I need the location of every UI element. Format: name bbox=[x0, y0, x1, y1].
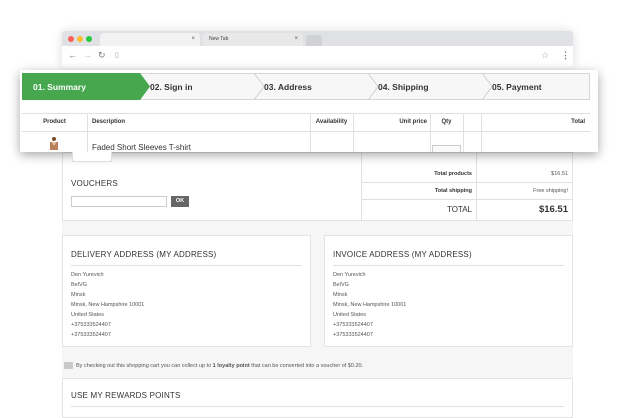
close-tab-icon[interactable]: × bbox=[191, 33, 195, 46]
column-header-description: Description bbox=[92, 119, 126, 125]
address-line: +375333524407 bbox=[333, 322, 373, 328]
step-arrow bbox=[481, 72, 493, 101]
total-shipping-label: Total shipping bbox=[434, 188, 472, 194]
browser-tab-active[interactable]: × bbox=[100, 33, 200, 46]
product-name-link[interactable]: Faded Short Sleeves T-shirt bbox=[92, 143, 191, 152]
total-value: $16.51 bbox=[538, 204, 568, 215]
step-arrow-active bbox=[140, 73, 150, 100]
checkout-steps: 01. Summary 02. Sign in 03. Address 04. … bbox=[22, 72, 590, 101]
back-arrow-icon[interactable]: ← bbox=[68, 50, 77, 60]
address-line: BelVG bbox=[333, 282, 349, 288]
qty-input[interactable] bbox=[432, 145, 461, 152]
bookmark-star-icon[interactable]: ☆ bbox=[541, 50, 549, 61]
browser-toolbar bbox=[62, 46, 573, 68]
step-arrow bbox=[367, 72, 379, 101]
address-line: United States bbox=[333, 312, 367, 318]
voucher-ok-button[interactable]: OK bbox=[171, 196, 189, 207]
product-thumbnail[interactable] bbox=[47, 136, 61, 150]
rewards-title: USE MY REWARDS POINTS bbox=[71, 391, 181, 400]
close-window-icon[interactable] bbox=[68, 36, 74, 42]
delivery-address-lines: Den Yurevich BelVG Minsk Minsk, New Hamp… bbox=[71, 270, 144, 340]
total-products-value: $16.51 bbox=[551, 171, 568, 177]
address-line: +375333524407 bbox=[333, 332, 373, 338]
product-thumbnail-frame bbox=[72, 152, 112, 162]
close-tab-icon[interactable]: × bbox=[294, 33, 298, 46]
flag-icon bbox=[64, 362, 73, 369]
table-header-border bbox=[22, 131, 590, 132]
browser-tab-new[interactable]: New Tab × bbox=[203, 33, 303, 46]
voucher-code-input[interactable] bbox=[71, 196, 167, 207]
delivery-address-title: DELIVERY ADDRESS (MY ADDRESS) bbox=[71, 250, 217, 259]
address-line: Den Yurevich bbox=[333, 272, 366, 278]
invoice-address-title: INVOICE ADDRESS (MY ADDRESS) bbox=[333, 250, 472, 259]
total-label: TOTAL bbox=[446, 205, 472, 214]
column-divider bbox=[87, 113, 88, 152]
divider bbox=[361, 152, 362, 221]
loyalty-message: By checking out this shopping cart you c… bbox=[76, 363, 363, 369]
column-header-unit-price: Unit price bbox=[399, 119, 427, 125]
vouchers-title: VOUCHERS bbox=[71, 179, 118, 188]
divider bbox=[476, 152, 477, 221]
address-line: +375333524407 bbox=[71, 322, 111, 328]
step-arrows bbox=[140, 72, 493, 101]
divider bbox=[333, 265, 564, 266]
invoice-address-lines: Den Yurevich BelVG Minsk Minsk, New Hamp… bbox=[333, 270, 406, 340]
tshirt-product-image bbox=[50, 137, 58, 150]
address-line: +375333524407 bbox=[71, 332, 111, 338]
address-line: BelVG bbox=[71, 282, 87, 288]
divider bbox=[361, 199, 573, 200]
total-products-label: Total products bbox=[434, 171, 472, 177]
tab-label: New Tab bbox=[209, 36, 229, 42]
minimize-window-icon[interactable] bbox=[77, 36, 83, 42]
address-line: Minsk, New Hampshire 10001 bbox=[71, 302, 145, 308]
column-header-product: Product bbox=[43, 119, 66, 125]
address-line: United States bbox=[71, 312, 105, 318]
loyalty-suffix: that can be converted into a voucher of … bbox=[251, 363, 364, 369]
reload-icon[interactable]: ↻ bbox=[98, 50, 106, 61]
address-line: Minsk bbox=[333, 292, 348, 298]
step-arrow bbox=[253, 72, 265, 101]
address-line: Den Yurevich bbox=[71, 272, 104, 278]
total-shipping-value: Free shipping! bbox=[533, 188, 568, 194]
address-line: Minsk, New Hampshire 10001 bbox=[333, 302, 407, 308]
maximize-window-icon[interactable] bbox=[86, 36, 92, 42]
address-line: Minsk bbox=[71, 292, 86, 298]
forward-arrow-icon[interactable]: → bbox=[83, 50, 92, 60]
column-divider bbox=[463, 113, 464, 152]
column-header-qty: Qty bbox=[441, 119, 452, 125]
column-header-total: Total bbox=[571, 119, 585, 125]
divider bbox=[71, 406, 564, 407]
page-icon: ▯ bbox=[115, 52, 119, 59]
loyalty-points: 1 loyalty point bbox=[212, 363, 250, 369]
menu-kebab-icon[interactable]: ⋮ bbox=[561, 50, 570, 61]
new-tab-button[interactable] bbox=[306, 35, 322, 46]
column-header-availability: Availability bbox=[315, 119, 348, 125]
divider bbox=[361, 182, 573, 183]
loyalty-prefix: By checking out this shopping cart you c… bbox=[76, 363, 212, 369]
divider bbox=[71, 265, 302, 266]
